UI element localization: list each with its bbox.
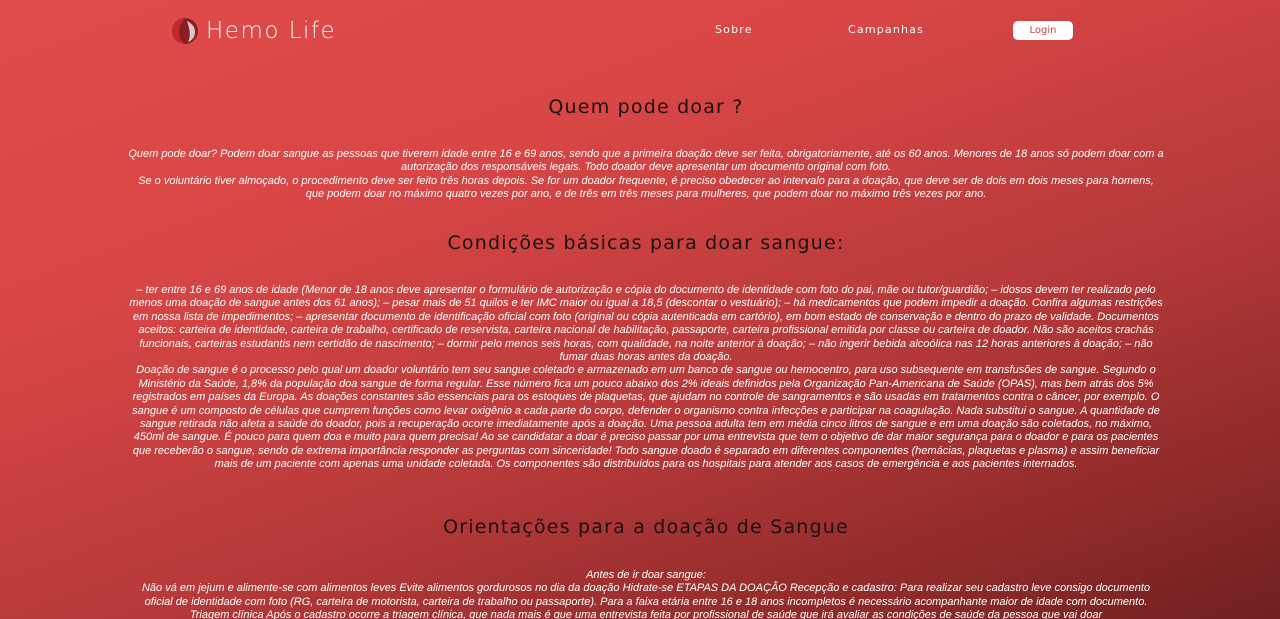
section-body-quem-pode-doar: Quem pode doar? Podem doar sangue as pes… bbox=[128, 148, 1164, 202]
paragraph: Se o voluntário tiver almoçado, o proced… bbox=[138, 174, 1154, 201]
section-title-condicoes-basicas: Condições básicas para doar sangue: bbox=[447, 232, 845, 254]
section-title-orientacoes: Orientações para a doação de Sangue bbox=[443, 516, 849, 538]
paragraph: Não vá em jejum e alimente-se com alimen… bbox=[141, 582, 1150, 619]
section-title-quem-pode-doar: Quem pode doar ? bbox=[548, 96, 744, 118]
header: Hemo Life Sobre Campanhas Login bbox=[0, 0, 1280, 62]
nav-link-campanhas[interactable]: Campanhas bbox=[848, 23, 924, 36]
paragraph: Quem pode doar? Podem doar sangue as pes… bbox=[128, 148, 1164, 174]
paragraph: – ter entre 16 e 69 anos de idade (Menor… bbox=[129, 284, 1163, 364]
paragraph: Antes de ir doar sangue: bbox=[586, 569, 706, 581]
logo[interactable]: Hemo Life bbox=[171, 15, 336, 47]
paragraph: Doação de sangue é o processo pelo qual … bbox=[132, 364, 1160, 471]
section-body-orientacoes: Antes de ir doar sangue: Não vá em jejum… bbox=[128, 569, 1164, 619]
login-button[interactable]: Login bbox=[1013, 21, 1073, 40]
nav-link-sobre[interactable]: Sobre bbox=[715, 23, 753, 36]
logo-text: Hemo Life bbox=[206, 18, 337, 44]
blood-drop-logo-icon bbox=[172, 18, 198, 44]
section-body-condicoes-basicas: – ter entre 16 e 69 anos de idade (Menor… bbox=[128, 284, 1164, 472]
